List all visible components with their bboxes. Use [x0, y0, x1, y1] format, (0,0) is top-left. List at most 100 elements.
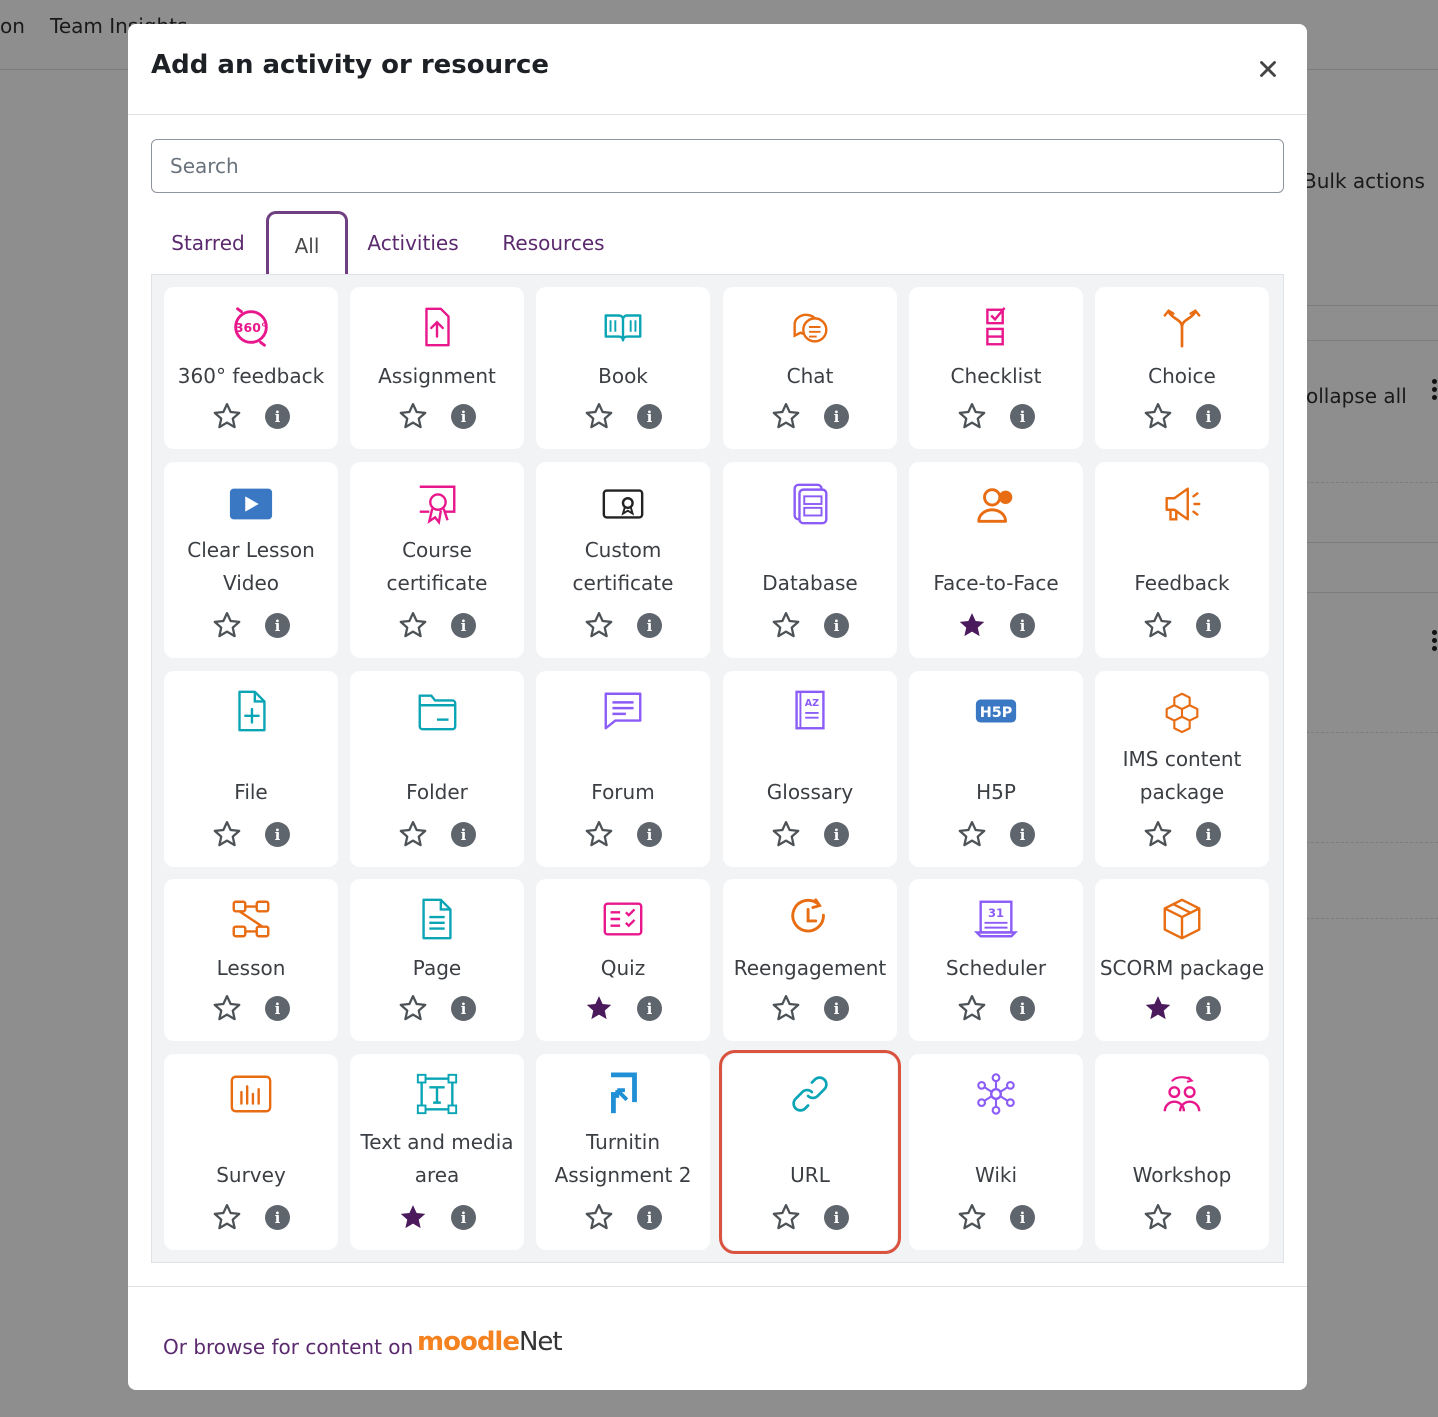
star-filled-icon[interactable] — [398, 1202, 428, 1232]
info-icon[interactable]: i — [265, 404, 290, 429]
info-icon[interactable]: i — [1196, 822, 1221, 847]
star-outline-icon[interactable] — [212, 610, 242, 640]
info-icon[interactable]: i — [451, 822, 476, 847]
star-outline-icon[interactable] — [771, 993, 801, 1023]
info-icon[interactable]: i — [637, 613, 662, 638]
info-icon[interactable]: i — [1196, 1205, 1221, 1230]
info-icon[interactable]: i — [451, 1205, 476, 1230]
info-icon[interactable]: i — [451, 613, 476, 638]
star-outline-icon[interactable] — [212, 1202, 242, 1232]
activity-card-checklist[interactable]: Checklist i — [909, 287, 1083, 449]
activity-actions: i — [536, 610, 710, 640]
activity-card-feedback[interactable]: Feedback i — [1095, 462, 1269, 658]
info-icon[interactable]: i — [1010, 996, 1035, 1021]
info-icon[interactable]: i — [1196, 613, 1221, 638]
activity-card-text-and-media-area[interactable]: Text and media area i — [350, 1054, 524, 1250]
info-icon[interactable]: i — [1196, 404, 1221, 429]
star-outline-icon[interactable] — [1143, 610, 1173, 640]
activity-card-ims-content-package[interactable]: IMS content package i — [1095, 671, 1269, 867]
activity-card-file[interactable]: File i — [164, 671, 338, 867]
info-icon[interactable]: i — [265, 1205, 290, 1230]
moodlenet-link[interactable]: moodleNet — [417, 1327, 563, 1357]
info-icon[interactable]: i — [824, 822, 849, 847]
info-icon[interactable]: i — [637, 404, 662, 429]
star-outline-icon[interactable] — [584, 610, 614, 640]
star-outline-icon[interactable] — [584, 819, 614, 849]
activity-card-course-certificate[interactable]: Course certificate i — [350, 462, 524, 658]
activity-card-h5p[interactable]: H5P H5P i — [909, 671, 1083, 867]
info-icon[interactable]: i — [637, 996, 662, 1021]
info-icon[interactable]: i — [451, 404, 476, 429]
star-outline-icon[interactable] — [584, 401, 614, 431]
info-icon[interactable]: i — [1010, 404, 1035, 429]
collapse-all-link: ollapse all — [1306, 384, 1407, 408]
activity-card-wiki[interactable]: Wiki i — [909, 1054, 1083, 1250]
activity-card-glossary[interactable]: AZ Glossary i — [723, 671, 897, 867]
activity-card-folder[interactable]: Folder i — [350, 671, 524, 867]
activity-card-reengagement[interactable]: Reengagement i — [723, 879, 897, 1041]
star-outline-icon[interactable] — [398, 401, 428, 431]
star-outline-icon[interactable] — [771, 1202, 801, 1232]
activity-card-quiz[interactable]: Quiz i — [536, 879, 710, 1041]
info-icon[interactable]: i — [637, 822, 662, 847]
activity-card-custom-certificate[interactable]: Custom certificate i — [536, 462, 710, 658]
star-filled-icon[interactable] — [957, 610, 987, 640]
tab-activities[interactable]: Activities — [359, 211, 467, 275]
star-filled-icon[interactable] — [584, 993, 614, 1023]
activity-card-url[interactable]: URL i — [719, 1050, 901, 1254]
star-outline-icon[interactable] — [584, 1202, 614, 1232]
activity-card-face-to-face[interactable]: Face-to-Face i — [909, 462, 1083, 658]
star-outline-icon[interactable] — [771, 819, 801, 849]
info-icon[interactable]: i — [1010, 613, 1035, 638]
info-icon[interactable]: i — [265, 613, 290, 638]
search-input[interactable] — [151, 139, 1284, 193]
activity-card-scheduler[interactable]: 31 Scheduler i — [909, 879, 1083, 1041]
info-icon[interactable]: i — [1010, 822, 1035, 847]
info-icon[interactable]: i — [824, 613, 849, 638]
activity-card-turnitin-assignment-2[interactable]: Turnitin Assignment 2 i — [536, 1054, 710, 1250]
activity-card-scorm-package[interactable]: SCORM package i — [1095, 879, 1269, 1041]
star-outline-icon[interactable] — [398, 610, 428, 640]
activity-card-clear-lesson-video[interactable]: Clear Lesson Video i — [164, 462, 338, 658]
info-icon[interactable]: i — [265, 996, 290, 1021]
tab-starred[interactable]: Starred — [161, 211, 255, 275]
info-icon[interactable]: i — [265, 822, 290, 847]
star-outline-icon[interactable] — [957, 401, 987, 431]
star-outline-icon[interactable] — [398, 819, 428, 849]
info-icon[interactable]: i — [1196, 996, 1221, 1021]
activity-card-database[interactable]: Database i — [723, 462, 897, 658]
activity-actions: i — [536, 1202, 710, 1232]
activity-card-page[interactable]: Page i — [350, 879, 524, 1041]
activity-card-lesson[interactable]: Lesson i — [164, 879, 338, 1041]
activity-card-360-feedback[interactable]: 360° 360° feedback i — [164, 287, 338, 449]
star-filled-icon[interactable] — [1143, 993, 1173, 1023]
star-outline-icon[interactable] — [957, 993, 987, 1023]
star-outline-icon[interactable] — [1143, 819, 1173, 849]
star-outline-icon[interactable] — [957, 819, 987, 849]
star-outline-icon[interactable] — [212, 401, 242, 431]
info-icon[interactable]: i — [451, 996, 476, 1021]
tab-resources[interactable]: Resources — [481, 211, 626, 275]
star-outline-icon[interactable] — [212, 819, 242, 849]
star-outline-icon[interactable] — [771, 401, 801, 431]
activity-card-book[interactable]: Book i — [536, 287, 710, 449]
info-icon[interactable]: i — [824, 1205, 849, 1230]
star-outline-icon[interactable] — [771, 610, 801, 640]
activity-card-workshop[interactable]: Workshop i — [1095, 1054, 1269, 1250]
close-button[interactable] — [1255, 56, 1281, 82]
tab-all[interactable]: All — [266, 211, 348, 277]
info-icon[interactable]: i — [637, 1205, 662, 1230]
star-outline-icon[interactable] — [957, 1202, 987, 1232]
star-outline-icon[interactable] — [398, 993, 428, 1023]
activity-card-forum[interactable]: Forum i — [536, 671, 710, 867]
info-icon[interactable]: i — [824, 996, 849, 1021]
info-icon[interactable]: i — [1010, 1205, 1035, 1230]
star-outline-icon[interactable] — [1143, 1202, 1173, 1232]
activity-card-assignment[interactable]: Assignment i — [350, 287, 524, 449]
star-outline-icon[interactable] — [1143, 401, 1173, 431]
star-outline-icon[interactable] — [212, 993, 242, 1023]
info-icon[interactable]: i — [824, 404, 849, 429]
activity-card-survey[interactable]: Survey i — [164, 1054, 338, 1250]
activity-card-chat[interactable]: Chat i — [723, 287, 897, 449]
activity-card-choice[interactable]: Choice i — [1095, 287, 1269, 449]
